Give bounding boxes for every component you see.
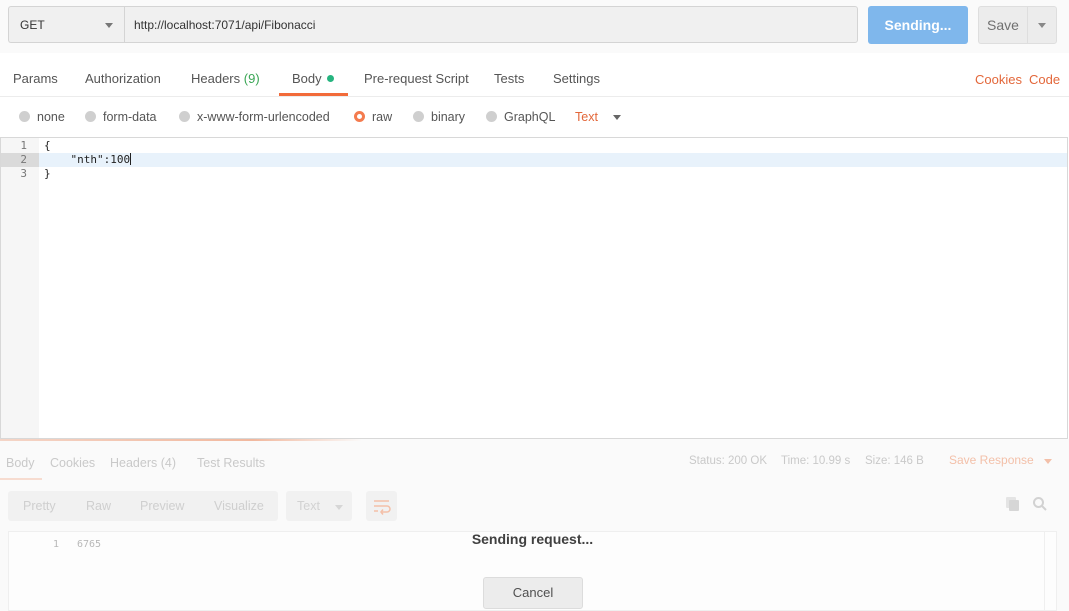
response-format-label: Text: [297, 499, 320, 513]
request-bar: GET Sending... Save: [0, 0, 1069, 53]
caret-down-icon: [335, 505, 343, 510]
response-tab-cookies: Cookies: [50, 456, 96, 470]
wrap-lines-button: [366, 491, 397, 521]
view-preview: Preview: [140, 499, 185, 513]
body-type-options: none form-data x-www-form-urlencoded raw…: [0, 98, 1069, 136]
method-label: GET: [20, 18, 45, 32]
panel-resize-handle[interactable]: [0, 439, 362, 441]
method-select[interactable]: GET: [8, 6, 124, 43]
url-input[interactable]: [124, 6, 858, 43]
active-tab-indicator: [279, 93, 348, 96]
code-line[interactable]: "nth":100: [44, 153, 132, 166]
view-visualize: Visualize: [214, 499, 264, 513]
tab-authorization[interactable]: Authorization: [85, 71, 161, 86]
cookies-link[interactable]: Cookies: [975, 72, 1022, 87]
caret-down-icon: [1044, 459, 1052, 464]
radio-form-data-label: form-data: [103, 110, 157, 124]
code-link[interactable]: Code: [1029, 72, 1060, 87]
copy-icon: [1006, 497, 1019, 511]
caret-down-icon[interactable]: [613, 115, 621, 120]
radio-selected-icon: [354, 111, 365, 122]
radio-urlencoded-label: x-www-form-urlencoded: [197, 110, 330, 124]
response-tab-body: Body: [6, 456, 35, 470]
view-raw: Raw: [86, 499, 112, 513]
radio-icon: [85, 111, 96, 122]
response-tab-headers-count: (4): [160, 456, 177, 470]
response-view-options: Pretty Raw Preview Visualize: [8, 491, 278, 521]
response-active-tab-indicator: [0, 478, 42, 480]
radio-icon: [486, 111, 497, 122]
tab-headers-label: Headers: [191, 71, 241, 86]
active-line-highlight: [1, 153, 1067, 167]
response-status: Status: 200 OK: [689, 455, 767, 467]
radio-none-label: none: [37, 110, 65, 124]
caret-down-icon: [1038, 23, 1046, 28]
cancel-request-button[interactable]: Cancel: [483, 577, 583, 609]
save-button[interactable]: Save: [978, 6, 1027, 44]
radio-icon: [179, 111, 190, 122]
code-line[interactable]: }: [44, 167, 51, 180]
line-number: 3: [20, 167, 27, 180]
tab-headers[interactable]: Headers (9): [191, 71, 260, 86]
line-gutter: [1, 138, 39, 438]
active-dot-icon: [326, 75, 334, 82]
text-cursor: [130, 153, 132, 165]
send-button[interactable]: Sending...: [868, 6, 968, 44]
tab-tests[interactable]: Tests: [494, 71, 524, 86]
radio-icon: [413, 111, 424, 122]
line-number: 1: [20, 139, 27, 152]
save-response-button: Save Response: [949, 453, 1034, 467]
body-format-select[interactable]: Text: [575, 110, 598, 124]
code-line-text: "nth":100: [44, 153, 131, 166]
tab-headers-count: (9): [243, 71, 260, 86]
response-tab-headers-label: Headers: [110, 456, 158, 470]
line-number: 2: [20, 153, 27, 166]
response-size: Size: 146 B: [865, 455, 924, 467]
save-options-button[interactable]: [1027, 6, 1057, 44]
tab-pre-request-script[interactable]: Pre-request Script: [364, 71, 469, 86]
response-format-select: Text: [286, 491, 352, 521]
tab-body-label: Body: [292, 71, 322, 86]
wrap-lines-icon: [374, 500, 391, 515]
tab-params[interactable]: Params: [13, 71, 58, 86]
sending-request-message: Sending request...: [471, 531, 594, 547]
search-icon: [1033, 497, 1047, 511]
radio-graphql-label: GraphQL: [504, 110, 556, 124]
response-tab-test-results: Test Results: [197, 456, 266, 470]
code-line[interactable]: {: [44, 139, 51, 152]
radio-raw-label: raw: [372, 110, 393, 124]
view-pretty: Pretty: [23, 499, 56, 513]
radio-binary-label: binary: [431, 110, 466, 124]
tab-body[interactable]: Body: [292, 71, 334, 86]
request-tabs: Params Authorization Headers (9) Body Pr…: [0, 56, 1069, 97]
response-time: Time: 10.99 s: [781, 455, 851, 467]
tab-settings[interactable]: Settings: [553, 71, 600, 86]
caret-down-icon: [105, 23, 113, 28]
response-tab-headers: Headers (4): [110, 456, 176, 470]
radio-icon: [19, 111, 30, 122]
body-editor[interactable]: 1 2 3 { "nth":100 }: [0, 137, 1068, 439]
